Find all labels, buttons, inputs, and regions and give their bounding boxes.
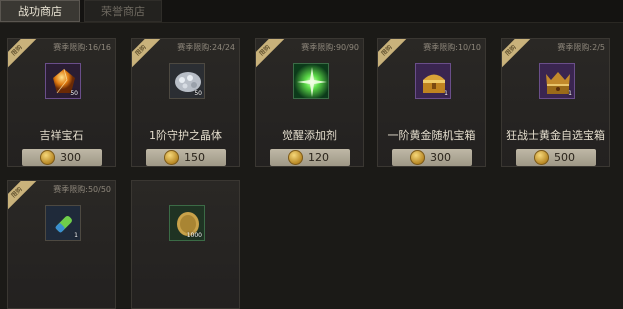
coin-icon [410, 150, 425, 165]
coin-icon [534, 150, 549, 165]
berserker-chest-icon[interactable]: 1 [539, 63, 575, 99]
season-limit-label: 赛季限购:50/50 [53, 185, 111, 194]
item-quantity: 1000 [186, 232, 202, 239]
shop-item-card[interactable]: 1000 [131, 180, 240, 309]
item-name: 1阶守护之晶体 [149, 129, 222, 142]
item-name: 吉祥宝石 [39, 129, 84, 142]
gold-chest-icon[interactable]: 1 [415, 63, 451, 99]
limited-ribbon: 限购 [256, 39, 288, 74]
item-price: 500 [554, 151, 575, 164]
season-limit-label: 赛季限购:16/16 [53, 43, 111, 52]
limited-ribbon: 限购 [132, 39, 164, 74]
coin-icon [40, 150, 55, 165]
buy-price-button[interactable]: 150 [146, 149, 226, 166]
shop-tab-bar: 战功商店 荣誉商店 [0, 0, 623, 23]
item-quantity: 50 [194, 90, 202, 97]
item-price: 120 [308, 151, 329, 164]
season-limit-label: 赛季限购:2/5 [557, 43, 605, 52]
buy-price-button[interactable]: 300 [22, 149, 102, 166]
item-price: 300 [60, 151, 81, 164]
shop-item-card[interactable]: 限购 赛季限购:24/24 50 1阶守护之晶体 150 [131, 38, 240, 167]
orange-gem-icon[interactable]: 50 [45, 63, 81, 99]
season-limit-label: 赛季限购:90/90 [301, 43, 359, 52]
item-price: 150 [184, 151, 205, 164]
coin-icon [288, 150, 303, 165]
item-quantity: 50 [70, 90, 78, 97]
season-limit-label: 赛季限购:10/10 [423, 43, 481, 52]
limited-ribbon: 限购 [8, 181, 40, 216]
item-quantity: 1 [568, 90, 572, 97]
buy-price-button[interactable]: 300 [392, 149, 472, 166]
shop-item-card[interactable]: 限购 赛季限购:90/90 觉醒添加剂 120 [255, 38, 364, 167]
green-spark-icon[interactable] [293, 63, 329, 99]
gold-coin-icon[interactable]: 1000 [169, 205, 205, 241]
limited-ribbon: 限购 [502, 39, 534, 74]
item-name: 一阶黄金随机宝箱 [387, 129, 476, 142]
shop-item-card[interactable]: 限购 赛季限购:10/10 1 一阶黄金随机宝箱 300 [377, 38, 486, 167]
limited-ribbon: 限购 [378, 39, 410, 74]
item-quantity: 1 [444, 90, 448, 97]
tab-honor-shop[interactable]: 荣誉商店 [84, 0, 162, 22]
silver-crystal-icon[interactable]: 50 [169, 63, 205, 99]
item-name: 狂战士黄金自选宝箱 [506, 129, 605, 142]
buy-price-button[interactable]: 120 [270, 149, 350, 166]
shop-item-card[interactable]: 限购 赛季限购:50/50 1 [7, 180, 116, 309]
season-limit-label: 赛季限购:24/24 [177, 43, 235, 52]
shop-item-grid: 限购 赛季限购:16/16 50 吉祥宝石 300 限购 赛季限购:24/24 [0, 30, 623, 309]
coin-icon [164, 150, 179, 165]
green-vial-icon[interactable]: 1 [45, 205, 81, 241]
item-price: 300 [430, 151, 451, 164]
tab-merit-shop[interactable]: 战功商店 [0, 0, 80, 22]
shop-item-card[interactable]: 限购 赛季限购:16/16 50 吉祥宝石 300 [7, 38, 116, 167]
item-quantity: 1 [74, 232, 78, 239]
item-name: 觉醒添加剂 [282, 129, 337, 142]
buy-price-button[interactable]: 500 [516, 149, 596, 166]
limited-ribbon: 限购 [8, 39, 40, 74]
shop-item-card[interactable]: 限购 赛季限购:2/5 1 狂战士黄金自选宝箱 500 [501, 38, 610, 167]
